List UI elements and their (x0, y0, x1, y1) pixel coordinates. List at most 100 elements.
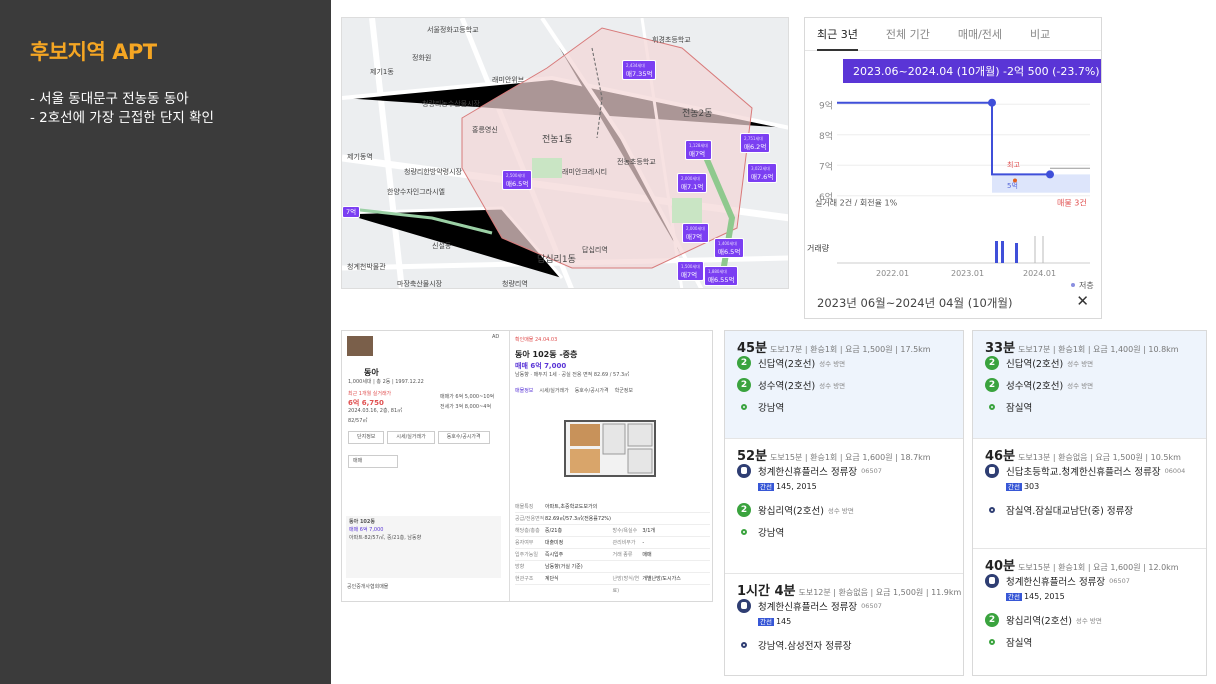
tab-listing-info[interactable]: 매물정보 (515, 388, 533, 395)
route-stop: 2 왕십리역(2호선) 성수 방면 (985, 613, 1102, 627)
listing-item[interactable]: 동아 102동 매매 6억 7,000 아파트·82/57㎡, 중/21층, 남… (346, 516, 501, 578)
stop-name: 강남역 (758, 403, 785, 414)
price-tag[interactable]: 2,000세대 매7억 (682, 223, 709, 243)
listing-price: 매매 6억 7,000 (515, 362, 567, 370)
tab-compare[interactable]: 비교 (1030, 18, 1050, 51)
map-label: 한양수자인그라시엘 (387, 188, 445, 196)
slide-bullets: - 서울 동대문구 전농동 동아 - 2호선에 가장 근접한 단지 확인 (30, 90, 214, 128)
spec-cell: 아파트,초중학교도보가의 (545, 504, 598, 510)
bus-type-badge: 간선 (758, 483, 774, 491)
spec-cell: 해당층/총층 (515, 528, 540, 534)
stop-name: 청계한신휴플러스 정류장 (758, 467, 858, 478)
destination-icon (989, 404, 995, 410)
spec-cell: 3/1개 (642, 528, 655, 534)
route-option[interactable]: 52분 도보15분 | 환승1회 | 요금 1,600원 | 18.7km 청계한신… (725, 439, 963, 574)
route-option[interactable]: 1시간 4분 도보12분 | 환승없음 | 요금 1,500원 | 11.9km 청… (725, 574, 963, 675)
stop-direction: 06507 (861, 467, 882, 475)
association-button[interactable]: 공인중개사협회매물 (347, 584, 388, 591)
listing-detail-panel: AD 동아 1,000세대 | 총 2동 | 1997.12.22 최근 1개월… (341, 330, 713, 602)
price-history-button[interactable]: 시세/실거래가 (387, 431, 435, 444)
route-stop: 신답초등학교.청계한신휴플러스 정류장 06004 (985, 464, 1185, 478)
destination-icon (989, 639, 995, 645)
volume-bar (1015, 243, 1018, 263)
bullet-line: - 서울 동대문구 전농동 동아 (30, 91, 189, 107)
price-line-chart[interactable]: 9억8억7억6억최고5억실거래 2건 / 회전율 1% 매물 3건거래량2022.… (805, 51, 1102, 291)
tab-all-period[interactable]: 전체 기간 (886, 18, 930, 51)
map-label: 정화원 (412, 54, 432, 62)
tab-units[interactable]: 동호수/공시가격 (575, 388, 609, 395)
price-tag[interactable]: 3,022세대 매7.6억 (747, 163, 778, 183)
bus-icon (737, 464, 751, 478)
route-option[interactable]: 46분 도보13분 | 환승없음 | 요금 1,500원 | 10.5km 신답초등… (973, 439, 1206, 549)
stop-name: 잠실역 (1006, 403, 1033, 414)
stop-name: 강남역.삼성전자 정류장 (758, 641, 852, 652)
map-label: 래미안위브 (492, 76, 525, 84)
route-stop: 강남역 (737, 400, 784, 414)
spec-cell: 즉시입주 (544, 552, 564, 558)
spec-cell: 개별난방/도시가스 (642, 576, 681, 582)
price-tag[interactable]: 7억 (342, 206, 361, 218)
route-stop: 2 신답역(2호선) 성수 방면 (737, 356, 845, 370)
route-option[interactable]: 33분 도보17분 | 환승1회 | 요금 1,400원 | 10.8km 2 신답역… (973, 331, 1206, 439)
spec-row: 해당층/총층 중/21층 방수/욕실수 3/1개 (515, 525, 710, 537)
ad-badge: AD (492, 334, 500, 340)
route-meta: 도보15분 | 환승1회 | 요금 1,600원 | 12.0km (1018, 563, 1179, 572)
legend-label: 저층 (1079, 281, 1094, 290)
price-tag[interactable]: 2,000세대 매7.1억 (677, 173, 708, 193)
map-label: 청계천박물관 (347, 263, 386, 271)
price-tag[interactable]: 2,500세대 매6.5억 (502, 170, 533, 190)
close-icon[interactable]: ✕ (1076, 292, 1089, 310)
route-stop: 청계한신휴플러스 정류장 06507 (737, 599, 882, 613)
recent-price: 6억 6,750 (348, 399, 384, 407)
deal-filter[interactable]: 매매 (348, 455, 398, 468)
ad-image (347, 336, 373, 356)
subway-line-2-icon: 2 (737, 356, 751, 370)
data-point (988, 98, 996, 107)
route-time: 45분 (737, 341, 768, 356)
price-tag[interactable]: 2,751세대 매6.2억 (740, 133, 771, 153)
transit-routes-right: 33분 도보17분 | 환승1회 | 요금 1,400원 | 10.8km 2 신답역… (972, 330, 1207, 676)
volume-bar (995, 241, 998, 263)
tab-sale-lease[interactable]: 매매/전세 (958, 18, 1002, 51)
spec-cell: 난방(방식/연료) (612, 576, 640, 594)
price-tag[interactable]: 1,880세대 매6.55억 (704, 266, 739, 286)
route-meta: 도보12분 | 환승없음 | 요금 1,500원 | 11.9km (798, 588, 962, 597)
spec-cell: 남동향(거실 기준) (545, 564, 583, 570)
price-tag[interactable]: 1,500세대 매7억 (677, 261, 704, 281)
tab-price[interactable]: 시세/실거래가 (539, 388, 568, 395)
listing-tabs: 매물정보 시세/실거래가 동호수/공시가격 학군정보 (515, 388, 633, 395)
map-label: 청량리역 (502, 280, 528, 288)
map-label: 제기동역 (347, 153, 373, 161)
stop-direction: 성수 방면 (1075, 617, 1102, 625)
route-meta: 도보15분 | 환승1회 | 요금 1,600원 | 18.7km (770, 453, 931, 462)
volume-bar (1001, 241, 1004, 263)
data-point (1046, 170, 1054, 179)
destination-icon (989, 507, 995, 513)
stop-direction: 성수 방면 (1067, 360, 1094, 368)
subway-line-2-icon: 2 (737, 503, 751, 517)
stop-name: 성수역(2호선) (1006, 381, 1064, 392)
price-tag[interactable]: 2,434세대 매7.35억 (622, 60, 657, 80)
rent-range: 전세가 3억 8,000~4억 (440, 404, 492, 410)
unit-price-button[interactable]: 동호수/공시가격 (437, 431, 490, 444)
route-option[interactable]: 40분 도보15분 | 환승1회 | 요금 1,600원 | 12.0km 청계한신… (973, 549, 1206, 675)
route-meta: 도보17분 | 환승1회 | 요금 1,400원 | 10.8km (1018, 345, 1179, 354)
tab-recent-3y[interactable]: 최근 3년 (817, 18, 858, 51)
recent-date: 2024.03.16, 2층, 81㎡ (348, 408, 403, 414)
spec-cell: 계단식 (544, 576, 559, 582)
route-option[interactable]: 45분 도보17분 | 환승1회 | 요금 1,500원 | 17.5km 2 신답역… (725, 331, 963, 439)
price-tag[interactable]: 1,128세대 매7억 (685, 140, 712, 160)
tab-school[interactable]: 학군정보 (615, 388, 633, 395)
info-button[interactable]: 단지정보 (348, 431, 385, 444)
stop-name: 왕십리역(2호선) (1006, 616, 1072, 627)
left-sidebar: 후보지역 APT - 서울 동대문구 전농동 동아 - 2호선에 가장 근접한 … (0, 0, 331, 684)
bus-line-numbers: 145, 2015 (1023, 592, 1065, 601)
subway-line-2-icon: 2 (985, 613, 999, 627)
price-tag[interactable]: 1,400세대 매6.5억 (714, 238, 745, 258)
complex-sub: 1,000세대 | 총 2동 | 1997.12.22 (348, 379, 424, 385)
bus-icon (985, 464, 999, 478)
stop-name: 잠실역 (1006, 638, 1033, 649)
spec-cell: 공급/전용면적 (515, 516, 545, 522)
bus-line-numbers: 145 (775, 617, 792, 626)
map-panel[interactable]: 정화원 제기1동 서울정화고등학교 청량리농수산물시장 제기동역 청량리한방약령… (341, 17, 789, 289)
